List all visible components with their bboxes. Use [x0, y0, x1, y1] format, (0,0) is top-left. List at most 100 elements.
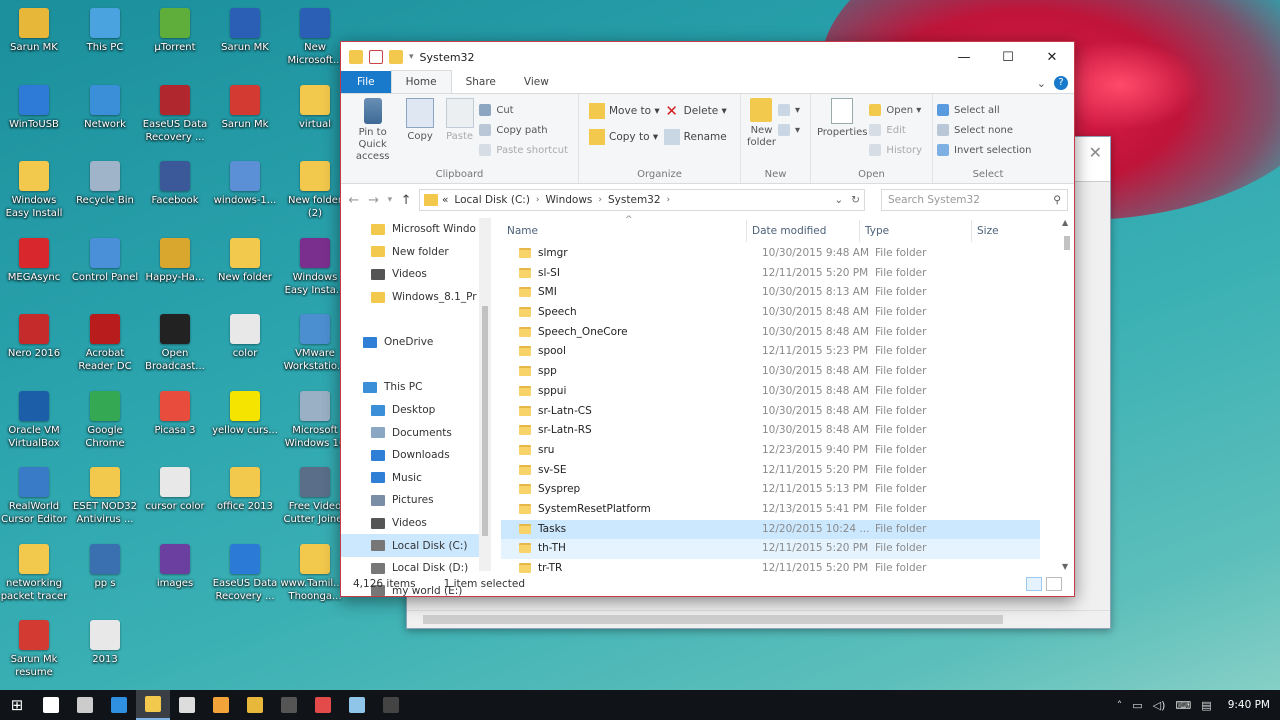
taskbar-terminal-button[interactable] — [272, 690, 306, 720]
desktop-icon[interactable]: office 2013 — [210, 467, 280, 513]
desktop-icon[interactable]: Sarun Mk — [210, 84, 280, 131]
select-all-button[interactable]: Select all — [937, 100, 1039, 120]
large-icons-view-icon[interactable] — [1046, 577, 1062, 591]
desktop-icon[interactable]: 2013 — [70, 620, 140, 666]
nav-item[interactable]: Downloads — [341, 444, 491, 467]
maximize-button[interactable]: ☐ — [986, 42, 1030, 72]
desktop-icon[interactable]: Google Chrome — [70, 390, 140, 450]
new-item-button[interactable]: ▾ — [777, 100, 806, 120]
file-row[interactable]: Speech 10/30/2015 8:48 AM File folder — [501, 303, 1040, 323]
tab-view[interactable]: View — [510, 71, 563, 93]
chevron-up-icon[interactable]: ˄ — [1117, 699, 1123, 712]
back-arrow-icon[interactable]: ← — [347, 193, 361, 208]
file-row[interactable]: sru 12/23/2015 9:40 PM File folder — [501, 441, 1040, 461]
desktop-icon[interactable]: Nero 2016 — [0, 314, 69, 360]
tab-home[interactable]: Home — [390, 70, 452, 93]
taskbar-file-explorer-button[interactable] — [136, 690, 170, 720]
column-type[interactable]: Type — [865, 225, 889, 237]
desktop-icon[interactable]: WinToUSB — [0, 84, 69, 131]
desktop-icon[interactable]: RealWorld Cursor Editor — [0, 467, 69, 526]
minimize-button[interactable]: — — [942, 42, 986, 72]
scrollbar-thumb[interactable] — [482, 306, 488, 536]
navigation-pane-scrollbar[interactable] — [479, 218, 491, 571]
desktop-icon[interactable]: Open Broadcast... — [140, 314, 210, 373]
horizontal-scrollbar[interactable] — [407, 610, 1110, 628]
desktop-icon[interactable]: Facebook — [140, 161, 210, 207]
taskbar-editor-button[interactable] — [306, 690, 340, 720]
file-row[interactable]: Speech_OneCore 10/30/2015 8:48 AM File fol… — [501, 323, 1040, 343]
keyboard-icon[interactable]: ⌨ — [1175, 699, 1191, 712]
tab-file[interactable]: File — [341, 71, 391, 93]
edit-button[interactable]: Edit — [869, 120, 928, 140]
notification-icon[interactable]: ▤ — [1201, 699, 1211, 712]
quick-access-dropdown-icon[interactable]: ▾ — [409, 52, 414, 62]
recent-locations-icon[interactable]: ▾ — [386, 195, 393, 205]
taskbar-task-view-button[interactable] — [68, 690, 102, 720]
desktop-icon[interactable]: cursor color — [140, 467, 210, 513]
nav-item[interactable]: Videos — [341, 263, 491, 286]
copy-button[interactable]: Copy — [400, 98, 440, 163]
close-icon[interactable]: ✕ — [1089, 143, 1102, 162]
file-row[interactable]: sv-SE 12/11/2015 5:20 PM File folder — [501, 461, 1040, 481]
nav-item[interactable]: This PC — [341, 376, 491, 399]
scroll-up-icon[interactable]: ▲ — [1062, 218, 1068, 227]
desktop-icon[interactable]: images — [140, 543, 210, 590]
chevron-down-icon[interactable]: ⌄ — [834, 194, 843, 206]
expand-ribbon-icon[interactable]: ⌄ — [1037, 77, 1046, 90]
taskbar-cursor-button[interactable] — [374, 690, 408, 720]
breadcrumb-windows[interactable]: Windows — [546, 194, 593, 206]
desktop-icon[interactable]: Recycle Bin — [70, 161, 140, 207]
properties-quick-icon[interactable] — [369, 50, 383, 64]
desktop-icon[interactable]: Sarun MK — [210, 8, 280, 54]
desktop-icon[interactable]: Control Panel — [70, 237, 140, 284]
windows-start-icon[interactable]: ⊞ — [0, 690, 34, 720]
file-explorer-window[interactable]: ▾ System32 — ☐ ✕ File Home Share View ⌄ … — [340, 41, 1075, 597]
paste-shortcut-button[interactable]: Paste shortcut — [479, 140, 574, 160]
properties-button[interactable]: Properties — [815, 98, 869, 160]
tab-share[interactable]: Share — [452, 71, 510, 93]
up-arrow-icon[interactable]: ↑ — [399, 193, 413, 208]
file-row[interactable]: sl-SI 12/11/2015 5:20 PM File folder — [501, 264, 1040, 284]
desktop-icon[interactable]: EaseUS Data Recovery ... — [140, 84, 210, 144]
easy-access-button[interactable]: ▾ — [777, 120, 806, 140]
desktop-icon[interactable]: Oracle VM VirtualBox — [0, 390, 69, 450]
address-bar[interactable]: « Local Disk (C:) › Windows › System32 ›… — [418, 189, 865, 211]
nav-item[interactable]: Local Disk (C:) — [341, 534, 491, 557]
cut-button[interactable]: Cut — [479, 100, 574, 120]
copy-path-button[interactable]: Copy path — [479, 120, 574, 140]
desktop-icon[interactable]: Network — [70, 84, 140, 131]
desktop-icon[interactable]: Sarun MK — [0, 8, 69, 54]
column-divider[interactable] — [746, 220, 747, 242]
desktop-icon[interactable]: networking packet tracer — [0, 543, 69, 603]
scrollbar-thumb[interactable] — [423, 615, 1003, 624]
nav-item[interactable]: Desktop — [341, 399, 491, 422]
invert-selection-button[interactable]: Invert selection — [937, 140, 1039, 160]
scrollbar-thumb[interactable] — [1064, 236, 1070, 250]
rename-button[interactable]: Rename — [663, 124, 727, 150]
taskbar-edge-button[interactable] — [102, 690, 136, 720]
new-folder-button[interactable]: New folder — [745, 98, 778, 149]
select-none-button[interactable]: Select none — [937, 120, 1039, 140]
file-row[interactable]: slmgr 10/30/2015 9:48 AM File folder — [501, 244, 1040, 264]
paste-button[interactable]: Paste — [440, 98, 480, 163]
delete-button[interactable]: ✕ Delete ▾ — [664, 98, 726, 124]
file-row[interactable]: spool 12/11/2015 5:23 PM File folder — [501, 342, 1040, 362]
scroll-down-icon[interactable]: ▼ — [1062, 562, 1068, 571]
pin-to-quick-access-button[interactable]: Pin to Quick access — [345, 98, 400, 163]
desktop-icon[interactable]: New folder — [210, 237, 280, 284]
desktop-icon[interactable]: EaseUS Data Recovery ... — [210, 543, 280, 603]
column-name[interactable]: Name — [507, 225, 538, 237]
nav-item[interactable]: Music — [341, 467, 491, 490]
taskbar-media-button[interactable] — [204, 690, 238, 720]
desktop-icon[interactable]: color — [210, 314, 280, 360]
desktop-icon[interactable]: Happy-Ha... — [140, 237, 210, 284]
desktop-icon[interactable]: Picasa 3 — [140, 390, 210, 437]
column-divider[interactable] — [859, 220, 860, 242]
file-row[interactable]: Tasks 12/20/2015 10:24 ... File folder — [501, 519, 1040, 540]
breadcrumb-system32[interactable]: System32 — [608, 194, 661, 206]
desktop-icon[interactable]: Sarun Mk resume — [0, 620, 69, 679]
column-date-modified[interactable]: Date modified — [752, 225, 826, 237]
taskbar-notepad-button[interactable] — [340, 690, 374, 720]
nav-item[interactable]: Microsoft Windo — [341, 218, 491, 241]
file-row[interactable]: sr-Latn-RS 10/30/2015 8:48 AM File folder — [501, 421, 1040, 441]
